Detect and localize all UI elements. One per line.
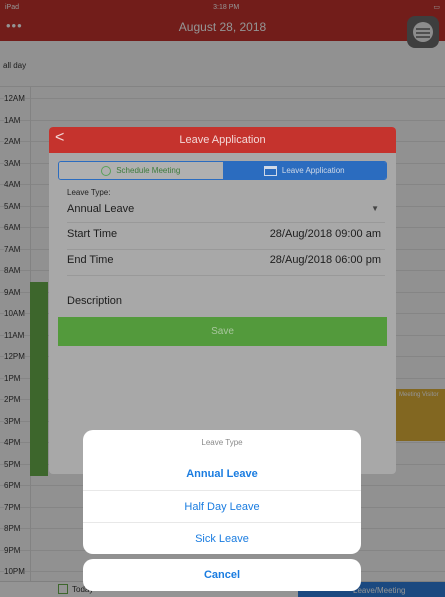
tab-schedule-meeting-label: Schedule Meeting	[116, 166, 181, 175]
segmented-control: Schedule Meeting Leave Application	[58, 161, 387, 180]
end-time-value: 28/Aug/2018 06:00 pm	[269, 254, 381, 266]
start-time-field[interactable]: Start Time 28/Aug/2018 09:00 am	[67, 228, 385, 250]
leave-application-modal: < Leave Application Schedule Meeting Lea…	[49, 127, 396, 474]
chevron-down-icon: ▼	[371, 204, 379, 213]
tab-schedule-meeting[interactable]: Schedule Meeting	[59, 162, 223, 179]
save-button[interactable]: Save	[58, 317, 387, 346]
leave-type-action-sheet: Leave Type Annual Leave Half Day Leave S…	[83, 430, 361, 554]
option-sick-leave[interactable]: Sick Leave	[83, 522, 361, 554]
tab-leave-application[interactable]: Leave Application	[222, 162, 386, 179]
action-sheet-title: Leave Type	[201, 438, 243, 447]
leave-type-select[interactable]: Annual Leave ▼	[67, 203, 385, 223]
calendar-icon	[263, 165, 277, 176]
leave-type-label: Leave Type:	[67, 188, 111, 197]
option-annual-leave[interactable]: Annual Leave	[83, 458, 361, 490]
cancel-button[interactable]: Cancel	[83, 559, 361, 591]
start-time-value: 28/Aug/2018 09:00 am	[269, 228, 381, 240]
option-half-day-leave[interactable]: Half Day Leave	[83, 490, 361, 522]
leave-type-value: Annual Leave	[67, 203, 135, 215]
start-time-label: Start Time	[67, 228, 118, 240]
modal-title: Leave Application	[179, 134, 266, 146]
description-field[interactable]: Description	[67, 295, 122, 307]
tab-leave-application-label: Leave Application	[281, 166, 345, 175]
modal-header: < Leave Application	[49, 127, 396, 153]
end-time-field[interactable]: End Time 28/Aug/2018 06:00 pm	[67, 254, 385, 276]
end-time-label: End Time	[67, 254, 114, 266]
clock-icon	[101, 165, 112, 176]
